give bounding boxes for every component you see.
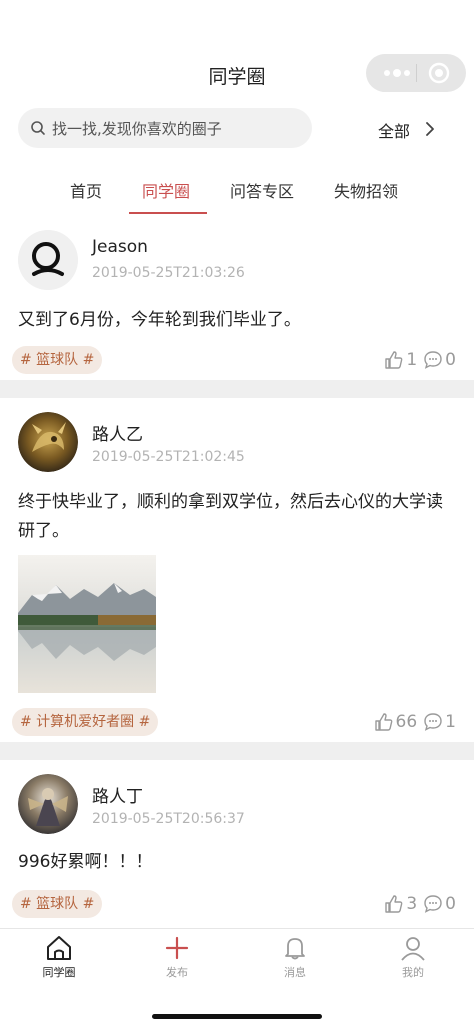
post-divider: [0, 742, 474, 760]
tabbar-item-profile[interactable]: 我的: [354, 935, 472, 980]
comment-icon[interactable]: [423, 894, 443, 914]
bottom-tab-bar: 同学圈 发布 消息 我的: [0, 928, 474, 1025]
mini-program-capsule: [366, 54, 466, 92]
like-count: 3: [406, 894, 418, 914]
tabbar-item-messages[interactable]: 消息: [236, 935, 354, 980]
dragon-avatar-icon: [18, 412, 78, 472]
circle-tag[interactable]: # 篮球队 #: [12, 890, 103, 918]
target-icon[interactable]: [428, 62, 450, 84]
chevron-right-icon: [426, 122, 434, 136]
tabbar-item-classmates[interactable]: 同学圈: [0, 935, 118, 980]
tab-classmates[interactable]: 同学圈: [142, 178, 190, 202]
circle-tag[interactable]: # 篮球队 #: [12, 346, 103, 374]
tab-lost-found[interactable]: 失物招领: [334, 178, 398, 202]
home-icon: [47, 936, 71, 960]
post-time: 2019-05-25T21:02:45: [92, 449, 245, 465]
like-count: 66: [395, 712, 418, 732]
post-author[interactable]: 路人丁: [92, 782, 143, 807]
avatar[interactable]: [18, 230, 78, 290]
all-circles-button[interactable]: 全部: [378, 118, 434, 142]
nav-bar: 同学圈: [0, 0, 474, 100]
search-row: 找一找,发现你喜欢的圈子 全部: [0, 108, 474, 150]
warrior-avatar-icon: [18, 774, 78, 834]
circle-tag[interactable]: # 计算机爱好者圈 #: [12, 708, 159, 736]
thumbs-up-icon[interactable]: [384, 350, 404, 370]
comment-count: 0: [445, 350, 456, 370]
active-tab-indicator: [129, 212, 207, 214]
lake-mountain-photo: [18, 555, 156, 693]
thumbs-up-icon[interactable]: [374, 712, 394, 732]
post-stats: 3 0: [384, 893, 456, 915]
search-placeholder: 找一找,发现你喜欢的圈子: [52, 120, 222, 138]
home-indicator: [152, 1014, 322, 1019]
user-icon: [401, 937, 425, 961]
post-content: 终于快毕业了，顺利的拿到双学位，然后去心仪的大学读研了。: [18, 492, 443, 541]
comment-count: 1: [445, 712, 456, 732]
like-count: 1: [406, 350, 418, 370]
comment-icon[interactable]: [423, 712, 443, 732]
post-stats: 66 1: [374, 711, 456, 733]
comment-icon[interactable]: [423, 350, 443, 370]
category-tabs: 首页 同学圈 问答专区 失物招领: [0, 166, 474, 216]
all-circles-label: 全部: [378, 122, 411, 141]
post-author[interactable]: Jeason: [92, 237, 148, 257]
tabbar-label: 同学圈: [42, 966, 76, 979]
post-content: 996好累啊！！！: [18, 852, 153, 872]
user-avatar-icon: [18, 230, 78, 290]
post-card[interactable]: 路人丁 2019-05-25T20:56:37 996好累啊！！！ # 篮球队 …: [0, 760, 474, 928]
tabbar-label: 我的: [402, 966, 424, 979]
post-card[interactable]: Jeason 2019-05-25T21:03:26 又到了6月份，今年轮到我们…: [0, 218, 474, 380]
tab-qa[interactable]: 问答专区: [230, 178, 294, 202]
post-divider: [0, 380, 474, 398]
more-dots-icon[interactable]: [382, 66, 412, 80]
thumbs-up-icon[interactable]: [384, 894, 404, 914]
tabbar-label: 发布: [166, 966, 188, 979]
post-content: 又到了6月份，今年轮到我们毕业了。: [18, 310, 301, 330]
capsule-divider: [416, 64, 417, 82]
search-input[interactable]: 找一找,发现你喜欢的圈子: [18, 108, 312, 148]
avatar[interactable]: [18, 412, 78, 472]
post-time: 2019-05-25T20:56:37: [92, 811, 245, 827]
post-author[interactable]: 路人乙: [92, 420, 143, 445]
post-time: 2019-05-25T21:03:26: [92, 265, 245, 281]
search-icon: [31, 121, 45, 135]
plus-icon: [165, 936, 189, 960]
tab-home[interactable]: 首页: [70, 178, 102, 202]
bell-icon: [285, 938, 305, 960]
comment-count: 0: [445, 894, 456, 914]
post-stats: 1 0: [384, 349, 456, 371]
tabbar-label: 消息: [284, 966, 306, 979]
avatar[interactable]: [18, 774, 78, 834]
post-image[interactable]: [18, 555, 156, 693]
tabbar-item-publish[interactable]: 发布: [118, 935, 236, 980]
post-card[interactable]: 路人乙 2019-05-25T21:02:45 终于快毕业了，顺利的拿到双学位，…: [0, 398, 474, 742]
